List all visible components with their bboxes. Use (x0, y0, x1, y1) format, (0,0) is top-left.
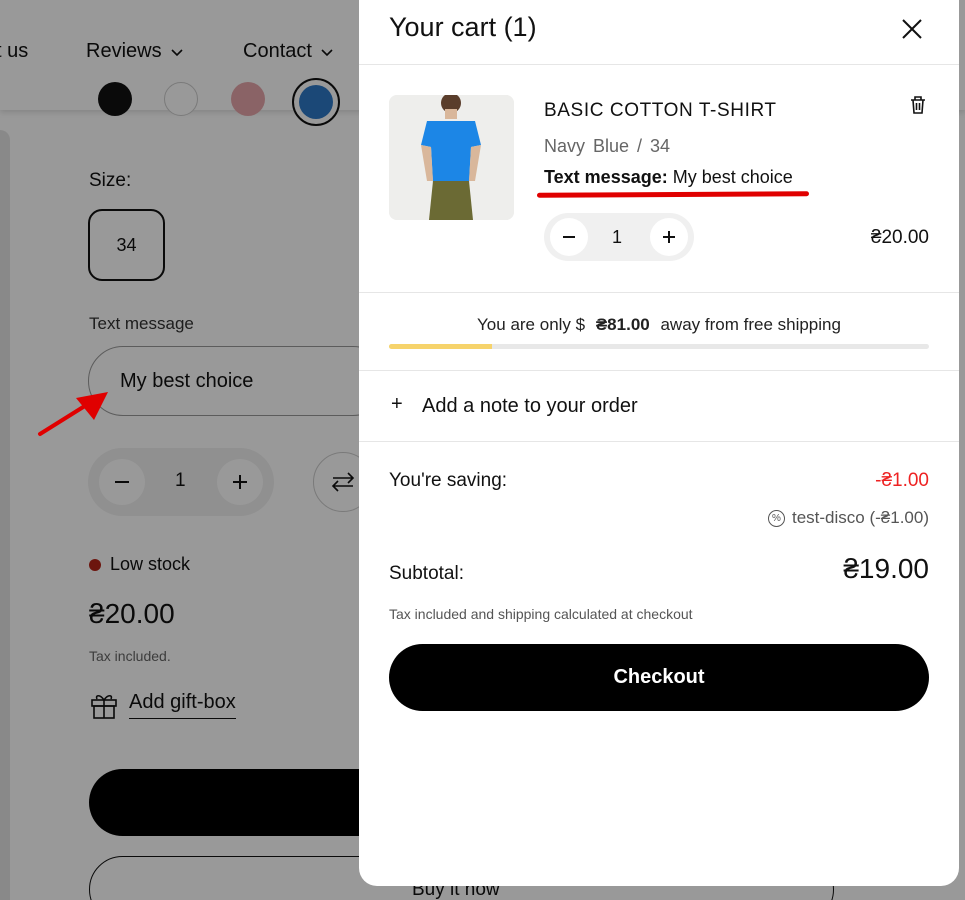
cart-decrease-quantity-button[interactable] (550, 218, 588, 256)
tax-shipping-note: Tax included and shipping calculated at … (389, 606, 693, 622)
discount-tag-icon: % (768, 509, 785, 527)
checkout-button[interactable]: Checkout (389, 644, 929, 711)
close-icon[interactable] (899, 16, 925, 42)
saving-label: You're saving: (389, 470, 508, 491)
cart-quantity-stepper: 1 (544, 213, 694, 261)
cart-quantity-value[interactable]: 1 (612, 227, 622, 248)
shipping-amount: ₴81.00 (595, 315, 650, 334)
plus-icon: + (391, 393, 403, 415)
cart-line-item: BASIC COTTON T-SHIRT Navy Blue / 34 Text… (359, 65, 959, 293)
add-order-note-label: Add a note to your order (422, 395, 638, 417)
shipping-suffix: away from free shipping (660, 315, 841, 334)
subtotal-label: Subtotal: (389, 563, 464, 584)
minus-icon (563, 236, 575, 238)
saving-value: -₴1.00 (875, 470, 929, 491)
plus-icon (663, 231, 675, 243)
tshirt-model-image (389, 95, 514, 220)
cart-drawer: Your cart (1) BASIC COTTON T-SHIRT Navy … (359, 0, 959, 886)
arrow-icon (38, 392, 108, 436)
add-order-note-button[interactable]: + Add a note to your order (359, 371, 959, 442)
cart-title: Your cart (1) (389, 12, 537, 42)
discount-code: % test-disco (-₴1.00) (768, 508, 929, 528)
trash-icon[interactable] (909, 95, 927, 115)
shipping-progress-track (389, 344, 929, 349)
item-property: Text message: My best choice (544, 167, 793, 188)
item-property-name: Text message: (544, 167, 668, 187)
subtotal-value: ₴19.00 (843, 553, 929, 584)
item-price: ₴20.00 (870, 227, 929, 248)
annotation-underline (536, 191, 810, 198)
shipping-prefix: You are only $ (477, 315, 586, 334)
free-shipping-bar: You are only $ ₴81.00 away from free shi… (359, 293, 959, 371)
cart-header: Your cart (1) (359, 0, 959, 65)
cart-increase-quantity-button[interactable] (650, 218, 688, 256)
item-name[interactable]: BASIC COTTON T-SHIRT (544, 100, 777, 122)
product-thumbnail[interactable] (389, 95, 514, 220)
discount-code-label: test-disco (-₴1.00) (792, 508, 929, 527)
item-property-value: My best choice (672, 167, 793, 187)
free-shipping-message: You are only $ ₴81.00 away from free shi… (359, 315, 959, 335)
shipping-progress-fill (389, 344, 492, 349)
item-variant: Navy Blue / 34 (544, 136, 671, 156)
